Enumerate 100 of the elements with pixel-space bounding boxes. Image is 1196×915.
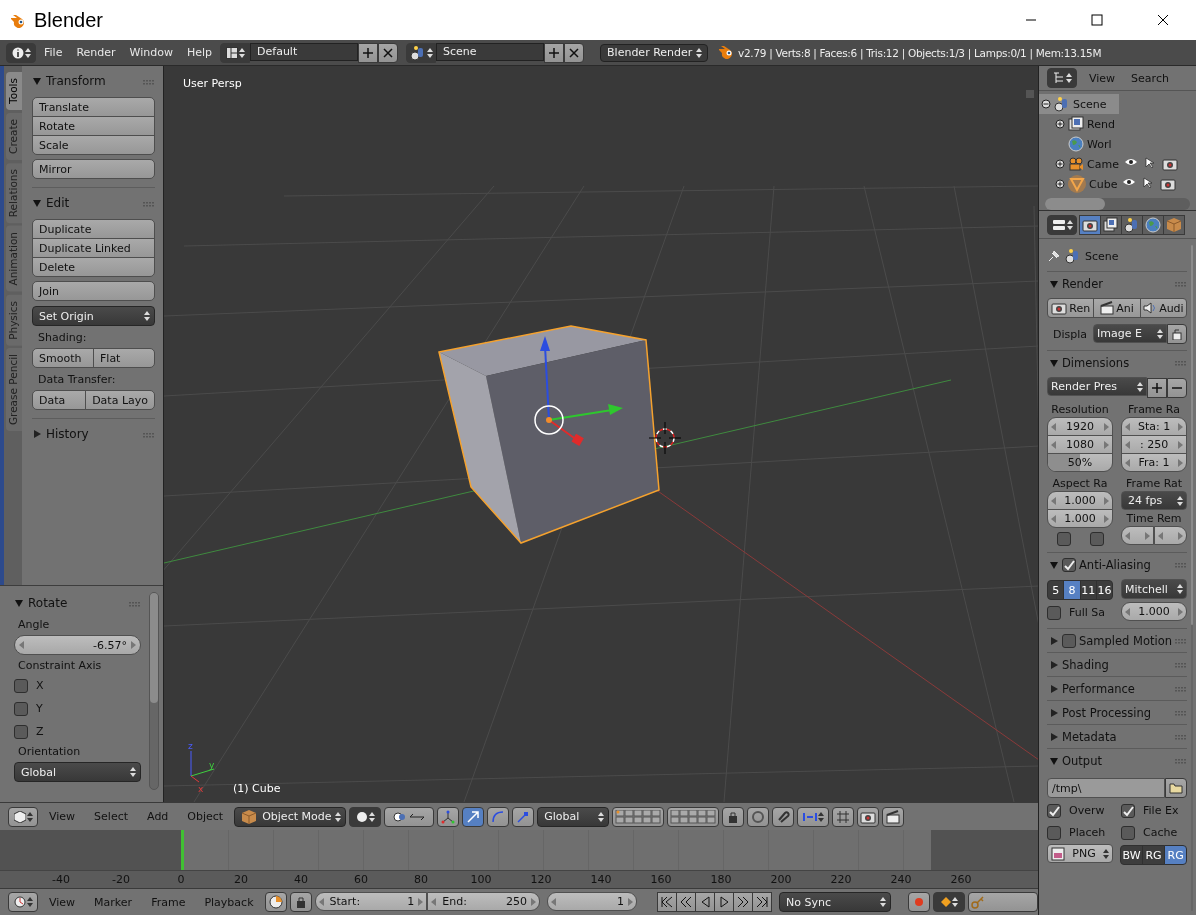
- delete-layout-button[interactable]: [378, 42, 399, 63]
- menu-item[interactable]: View: [1085, 71, 1120, 85]
- current-frame-field[interactable]: 1: [547, 892, 637, 911]
- increment-arrow-icon[interactable]: [1145, 531, 1151, 540]
- horizontal-scrollbar[interactable]: [1045, 198, 1190, 210]
- render-button[interactable]: Audi: [1139, 298, 1188, 318]
- menu-item[interactable]: View: [41, 810, 84, 823]
- aspect-field[interactable]: 1.000: [1047, 509, 1114, 528]
- transform-gizmo[interactable]: [534, 336, 623, 446]
- set-origin-dropdown[interactable]: Set Origin: [32, 306, 155, 326]
- panel-title[interactable]: Metadata: [1062, 729, 1117, 744]
- collapse-triangle-icon[interactable]: [1049, 357, 1059, 368]
- tool-button[interactable]: Duplicate Linked: [32, 238, 155, 258]
- expand-triangle-icon[interactable]: [1049, 635, 1059, 646]
- lock-button[interactable]: [1167, 324, 1188, 344]
- decrement-arrow-icon[interactable]: [318, 897, 324, 906]
- panel-title[interactable]: Performance: [1062, 681, 1135, 696]
- menu-item[interactable]: View: [41, 895, 84, 909]
- expand-triangle-icon[interactable]: [1049, 659, 1059, 670]
- color-mode-option[interactable]: BW: [1120, 845, 1144, 865]
- render-engine-dropdown[interactable]: Blender Render: [600, 43, 709, 62]
- decrement-arrow-icon[interactable]: [1125, 607, 1131, 616]
- panel-title[interactable]: History: [46, 427, 89, 441]
- checkbox[interactable]: [1047, 605, 1061, 620]
- add-scene-button[interactable]: [544, 42, 565, 63]
- checkbox[interactable]: [14, 724, 28, 739]
- menu-item[interactable]: Render: [70, 46, 122, 59]
- panel-title[interactable]: Dimensions: [1062, 355, 1130, 370]
- output-path-field[interactable]: /tmp\: [1047, 778, 1166, 798]
- menu-item[interactable]: Marker: [86, 895, 141, 909]
- checkbox[interactable]: [1062, 633, 1076, 648]
- editor-type-button[interactable]: [1047, 214, 1077, 235]
- collapse-triangle-icon[interactable]: [1049, 559, 1059, 570]
- translate-manipulator-toggle[interactable]: [462, 806, 485, 827]
- frame-field[interactable]: Fra: 1: [1121, 453, 1188, 472]
- checkbox[interactable]: [1047, 803, 1061, 818]
- increment-arrow-icon[interactable]: [131, 641, 136, 649]
- panel-title[interactable]: Rotate: [28, 596, 68, 610]
- display-dropdown[interactable]: Image E: [1093, 324, 1168, 343]
- panel-title[interactable]: Render: [1062, 276, 1103, 291]
- tool-button[interactable]: Data Layo: [85, 390, 155, 410]
- rotate-manipulator-toggle[interactable]: [487, 806, 510, 827]
- keying-button[interactable]: [933, 892, 965, 912]
- checkbox[interactable]: [1062, 557, 1076, 572]
- collapse-icon[interactable]: [1041, 99, 1051, 109]
- context-tab[interactable]: [1142, 214, 1164, 235]
- proportional-button[interactable]: [747, 806, 770, 827]
- expand-icon[interactable]: [1055, 159, 1065, 169]
- increment-arrow-icon[interactable]: [418, 897, 424, 906]
- render-button[interactable]: Ani: [1093, 298, 1141, 318]
- resolution-percent-slider[interactable]: 50%: [1047, 453, 1114, 472]
- collapse-triangle-icon[interactable]: [32, 76, 42, 86]
- increment-arrow-icon[interactable]: [1178, 607, 1184, 616]
- decrement-arrow-icon[interactable]: [551, 897, 556, 906]
- snap-button[interactable]: [772, 806, 795, 827]
- menu-item[interactable]: Search: [1127, 71, 1173, 85]
- scene-name-field[interactable]: Scene: [436, 42, 545, 61]
- panel-title[interactable]: Transform: [46, 74, 106, 88]
- render-button[interactable]: Ren: [1047, 298, 1095, 318]
- menu-item[interactable]: Frame: [143, 895, 194, 909]
- playback-button[interactable]: [752, 892, 772, 912]
- editor-type-button[interactable]: [8, 806, 38, 827]
- orientation-dropdown[interactable]: Global: [537, 806, 610, 827]
- lock-button[interactable]: [289, 892, 312, 912]
- keying-set-field[interactable]: [968, 892, 1038, 912]
- playback-button[interactable]: [733, 892, 753, 912]
- lock-button[interactable]: [722, 806, 745, 827]
- outliner-row[interactable]: Rend: [1039, 114, 1196, 134]
- layer-grid[interactable]: [667, 806, 720, 827]
- expand-icon[interactable]: [1055, 119, 1065, 129]
- expand-triangle-icon[interactable]: [1049, 683, 1059, 694]
- checkbox[interactable]: [1121, 825, 1136, 840]
- frame-field[interactable]: : 250: [1121, 435, 1188, 454]
- filter-size-field[interactable]: 1.000: [1121, 602, 1188, 621]
- preview-range-button[interactable]: [264, 892, 287, 912]
- checkbox[interactable]: [1121, 803, 1136, 818]
- editor-type-button[interactable]: [8, 892, 38, 912]
- sidebar-tab[interactable]: Tools: [6, 72, 22, 110]
- increment-arrow-icon[interactable]: [628, 897, 633, 906]
- checkbox[interactable]: [1047, 825, 1061, 840]
- collapse-triangle-icon[interactable]: [32, 198, 42, 208]
- scrollbar[interactable]: [149, 592, 159, 790]
- layout-name-field[interactable]: Default: [250, 42, 359, 61]
- timeline-track[interactable]: [0, 830, 1038, 870]
- menu-item[interactable]: Help: [180, 46, 219, 59]
- expand-triangle-icon[interactable]: [1049, 707, 1059, 718]
- collapse-triangle-icon[interactable]: [1049, 755, 1059, 766]
- checkbox[interactable]: [1089, 532, 1104, 546]
- preset-dropdown[interactable]: Render Pres: [1047, 377, 1148, 396]
- browse-button[interactable]: [1165, 778, 1188, 798]
- panel-title[interactable]: Anti-Aliasing: [1079, 557, 1151, 572]
- context-tab[interactable]: [1079, 214, 1101, 235]
- panel-title[interactable]: Shading: [1062, 657, 1109, 672]
- decrement-arrow-icon[interactable]: [19, 641, 24, 649]
- start-frame-field[interactable]: Start: 1: [314, 892, 428, 911]
- menu-item[interactable]: Playback: [196, 895, 262, 909]
- increment-arrow-icon[interactable]: [1178, 531, 1184, 540]
- menu-item[interactable]: Window: [123, 46, 179, 59]
- layout-browse-button[interactable]: [220, 42, 251, 63]
- scene-browse-button[interactable]: [406, 42, 437, 63]
